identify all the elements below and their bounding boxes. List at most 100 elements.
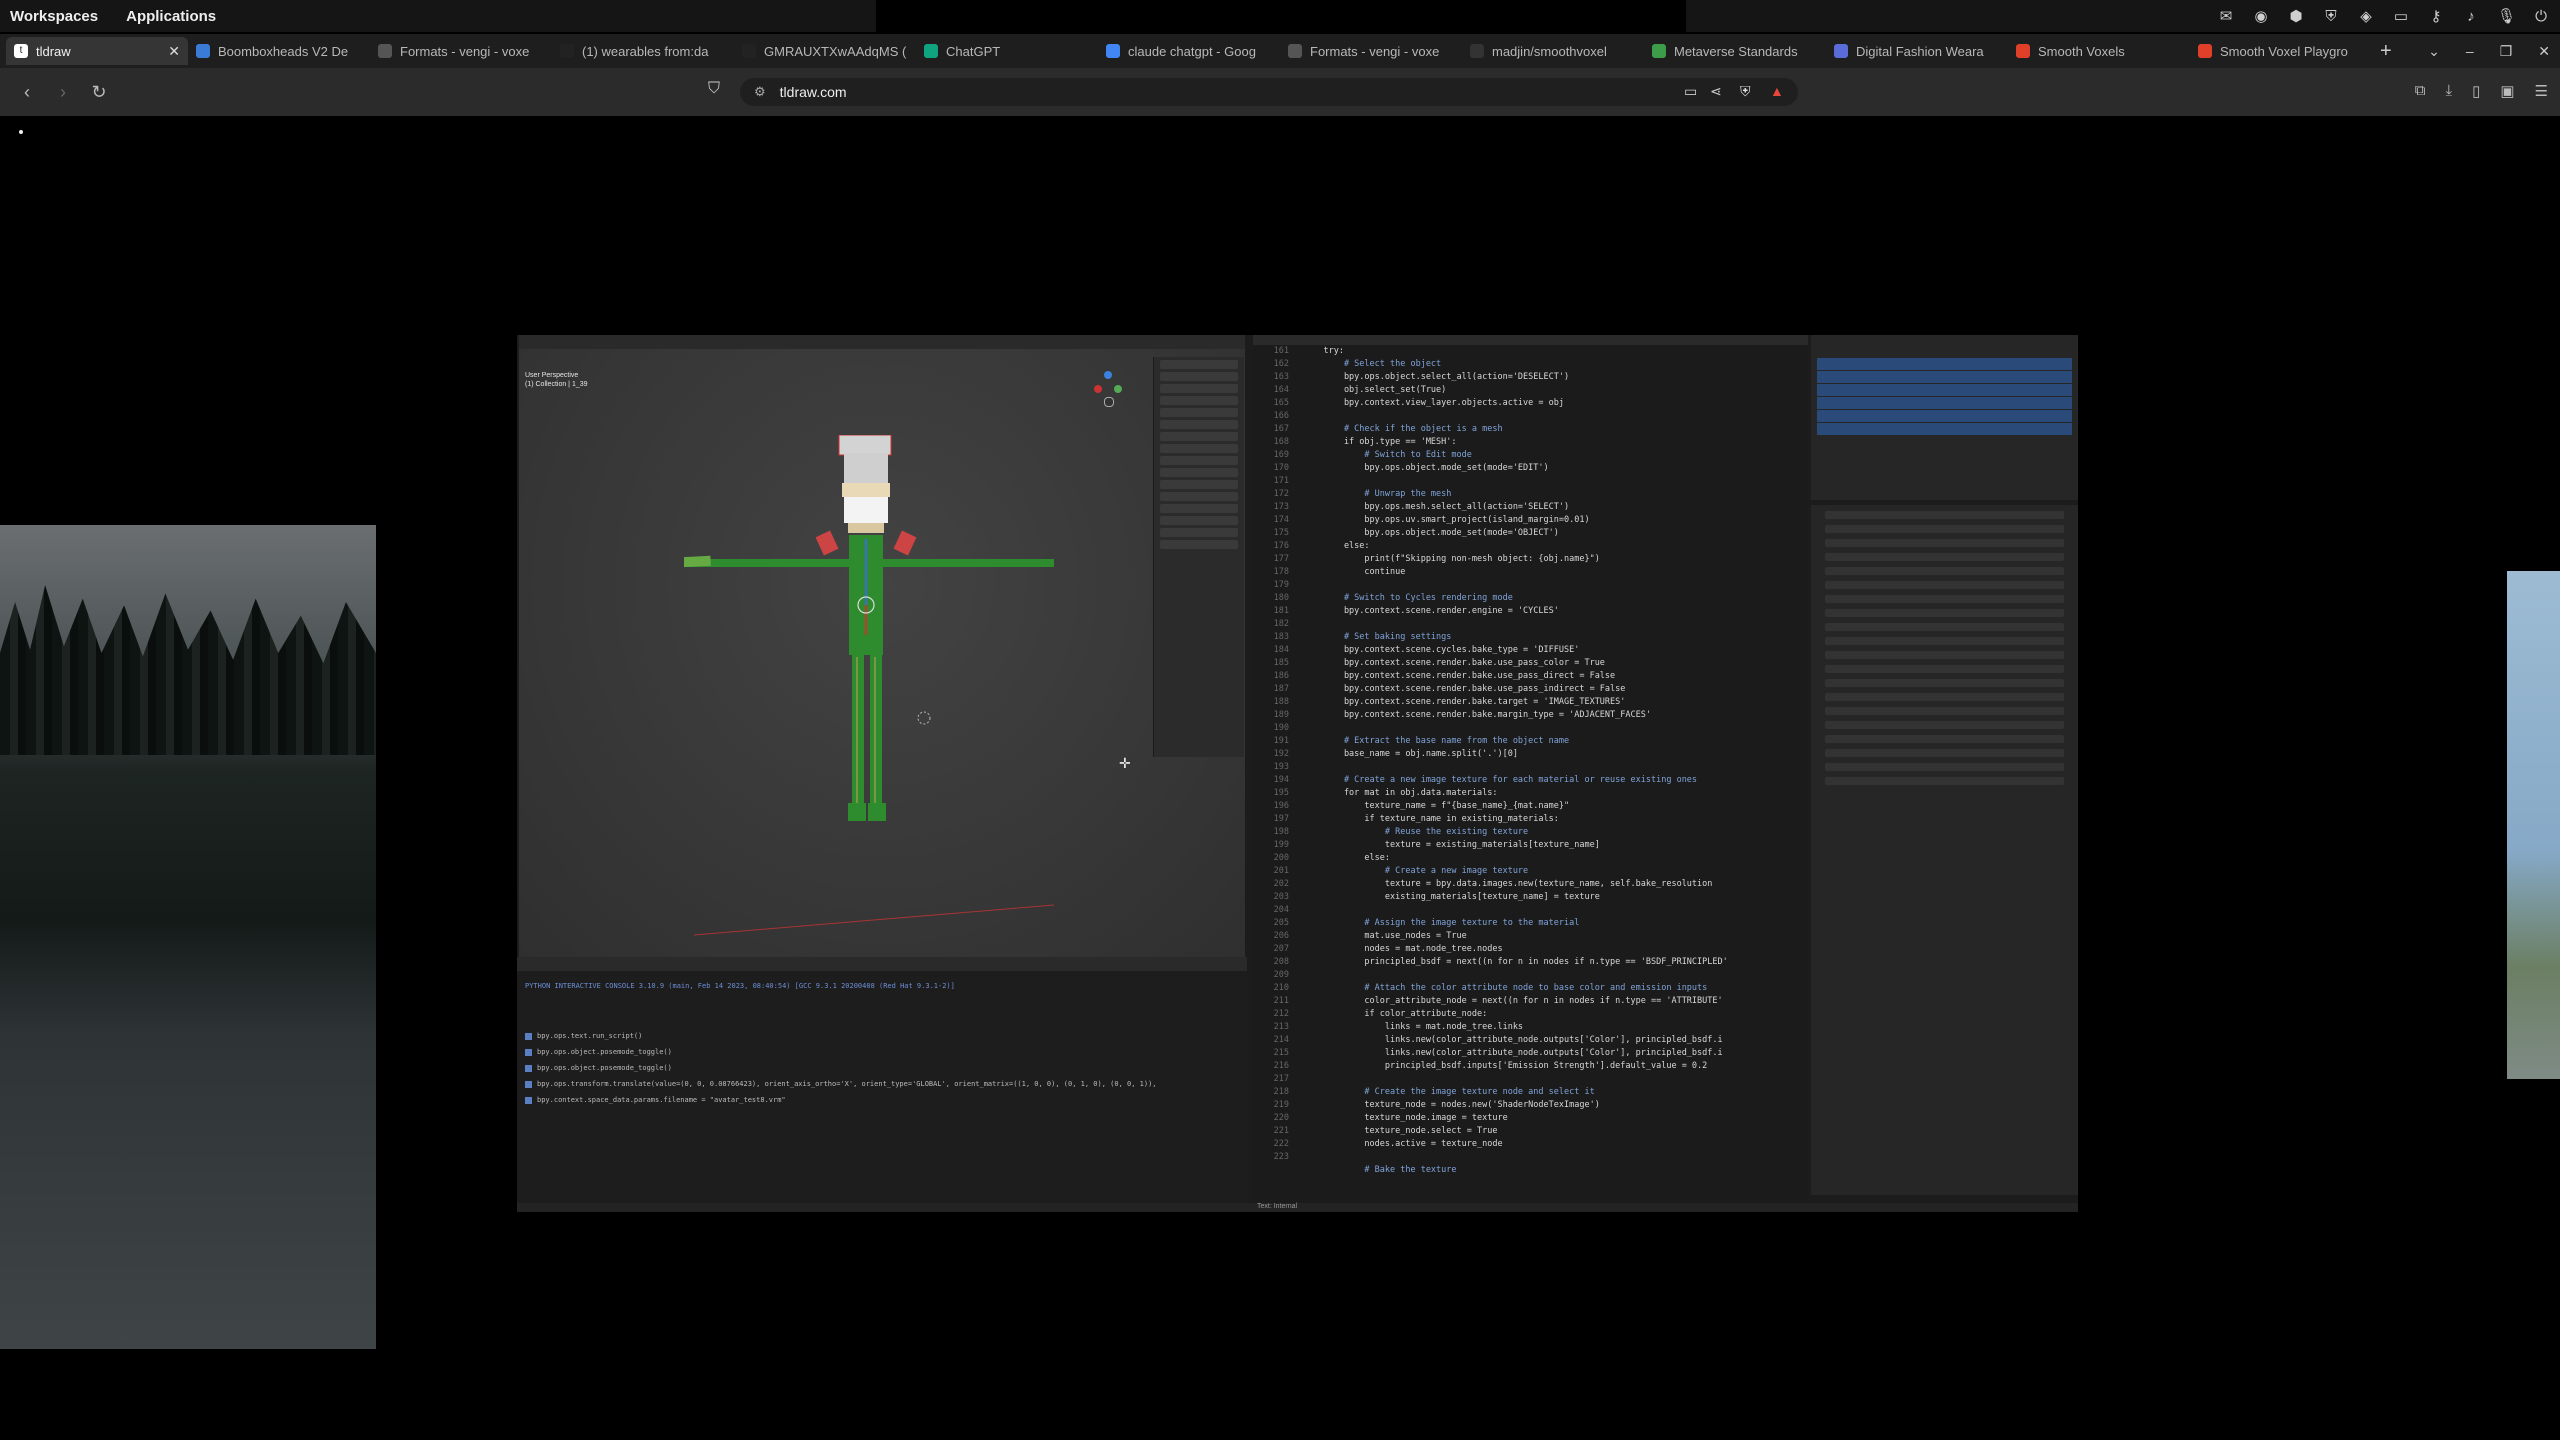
tab-title: Smooth Voxels [2038,43,2125,59]
code-line: principled_bsdf = next((n for n in nodes… [1303,957,1728,967]
browser-tab[interactable]: Smooth Voxel Playgro [2190,37,2372,65]
workspaces-menu[interactable]: Workspaces [10,8,98,25]
browser-tab[interactable]: Digital Fashion Weara [1826,37,2008,65]
code-line: bpy.context.scene.render.bake.use_pass_i… [1303,684,1626,694]
close-window-button[interactable]: ✕ [2538,43,2550,60]
restore-button[interactable]: ❐ [2500,43,2513,60]
url-text[interactable]: tldraw.com [780,84,847,100]
brave-rewards-icon[interactable]: ▲ [1770,83,1784,99]
console-line-text: bpy.ops.object.posemode_toggle() [537,1048,672,1056]
code-line: bpy.ops.mesh.select_all(action='SELECT') [1303,502,1570,512]
checkbox-icon [525,1048,532,1056]
properties-panel [1811,505,2078,1195]
key-icon[interactable]: ⚷ [2427,7,2445,25]
forward-button[interactable]: › [54,82,72,103]
window-controls: ⌄ – ❐ ✕ [2428,34,2550,68]
line-number: 196 [1273,801,1289,811]
sky-image-partial[interactable] [2507,571,2560,1079]
shield-icon[interactable]: ⛨ [2322,8,2340,25]
line-number: 183 [1273,632,1289,642]
discord-icon[interactable]: ◈ [2357,7,2375,25]
back-button[interactable]: ‹ [18,82,36,103]
tab-title: Formats - vengi - voxe [400,43,530,59]
line-number: 205 [1273,918,1289,928]
code-line: for mat in obj.data.materials: [1303,788,1498,798]
tab-search-chevron-icon[interactable]: ⌄ [2428,43,2440,60]
sidebar-icon[interactable]: ▯ [2472,82,2480,100]
address-bar[interactable]: ⚙ tldraw.com ▭ ⋖ ⛨ ▲ [740,78,1798,106]
viewport-title-line: User Perspective [525,372,579,379]
cast-icon[interactable]: ▭ [1684,83,1697,100]
line-number: 174 [1273,515,1289,525]
checkbox-icon [525,1032,532,1040]
voxel-icon [2016,44,2030,58]
blender-text-editor: 161 162 163 164 165 166 167 168 169 170 171 172 173 1… [1253,335,1808,1203]
bookmark-icon[interactable]: ⛉ [708,80,720,98]
console-line-text: bpy.ops.text.run_script() [537,1032,643,1040]
tldraw-canvas[interactable]: User Perspective (1) Collection | 1_39 ✛… [0,116,2560,1440]
voxel-avatar-figure [684,435,1054,936]
line-number: 209 [1273,970,1289,980]
applications-menu[interactable]: Applications [126,8,216,25]
line-number: 220 [1273,1113,1289,1123]
browser-tab[interactable]: Smooth Voxels [2008,37,2190,65]
code-line: bpy.ops.uv.smart_project(island_margin=0… [1303,515,1590,525]
power-icon[interactable]: ⏻ [2532,8,2550,25]
mic-icon[interactable]: 🎙 [2497,7,2516,25]
browser-tab[interactable]: (1) wearables from:da [552,37,734,65]
blender-screenshot-image[interactable]: User Perspective (1) Collection | 1_39 ✛… [517,335,2078,1212]
forest-image[interactable] [0,525,376,1349]
console-history-line: bpy.ops.text.run_script() [519,1031,1247,1041]
browser-tab[interactable]: t tldraw ✕ [6,37,188,65]
code-line: bpy.context.scene.render.bake.use_pass_d… [1303,671,1616,681]
code-line: nodes.active = texture_node [1303,1139,1503,1149]
line-number: 179 [1273,580,1289,590]
new-tab-button[interactable]: + [2380,40,2392,63]
close-tab-icon[interactable]: ✕ [168,43,180,60]
browser-tab[interactable]: Metaverse Standards [1644,37,1826,65]
code-line: # Switch to Cycles rendering mode [1303,593,1513,603]
browser-tab[interactable]: Formats - vengi - voxe [370,37,552,65]
menu-icon[interactable]: ☰ [2535,82,2548,100]
minimize-button[interactable]: – [2466,43,2474,59]
browser-tab[interactable]: madjin/smoothvoxel [1462,37,1644,65]
python-console: PYTHON INTERACTIVE CONSOLE 3.10.9 (main,… [519,971,1247,1203]
line-number: 221 [1273,1126,1289,1136]
line-number: 216 [1273,1061,1289,1071]
vpn-icon[interactable]: ⬢ [2287,7,2305,25]
line-number: 176 [1273,541,1289,551]
browser-tab[interactable]: ChatGPT [916,37,1098,65]
line-number: 184 [1273,645,1289,655]
brave-shields-icon[interactable]: ⛨ [1740,83,1751,100]
line-number: 181 [1273,606,1289,616]
browser-tab[interactable]: GMRAUXTXwAAdqMS ( [734,37,916,65]
tab-title: ChatGPT [946,43,1001,59]
window-icon[interactable]: ▭ [2392,7,2410,25]
code-line: if texture_name in existing_materials: [1303,814,1559,824]
line-number: 187 [1273,684,1289,694]
screen-notch [876,0,1686,32]
site-info-icon[interactable]: ⚙ [754,84,766,100]
browser-tab[interactable]: Boomboxheads V2 De [188,37,370,65]
line-number: 208 [1273,957,1289,967]
mail-icon[interactable]: ✉ [2217,7,2235,25]
browser-tab[interactable]: claude chatgpt - Goog [1098,37,1280,65]
downloads-icon[interactable]: ⤓ [2445,82,2452,100]
line-number: 211 [1273,996,1289,1006]
volume-icon[interactable]: ♪ [2462,8,2480,25]
viewport-title: User Perspective (1) Collection | 1_39 [525,371,588,389]
app-icon[interactable]: ◉ [2252,7,2270,25]
line-number: 223 [1273,1152,1289,1162]
tab-strip: t tldraw ✕ Boomboxheads V2 De Formats - veng… [0,37,2372,65]
extensions-icon[interactable]: ⧉ [2415,82,2426,100]
share-icon[interactable]: ⋖ [1710,83,1722,100]
line-number: 167 [1273,424,1289,434]
browser-tab[interactable]: Formats - vengi - voxe [1280,37,1462,65]
reload-button[interactable]: ↻ [90,82,108,103]
line-number: 171 [1273,476,1289,486]
blender-3d-viewport: User Perspective (1) Collection | 1_39 ✛ [519,335,1245,957]
wallet-icon[interactable]: ▣ [2500,82,2514,100]
line-number: 165 [1273,398,1289,408]
